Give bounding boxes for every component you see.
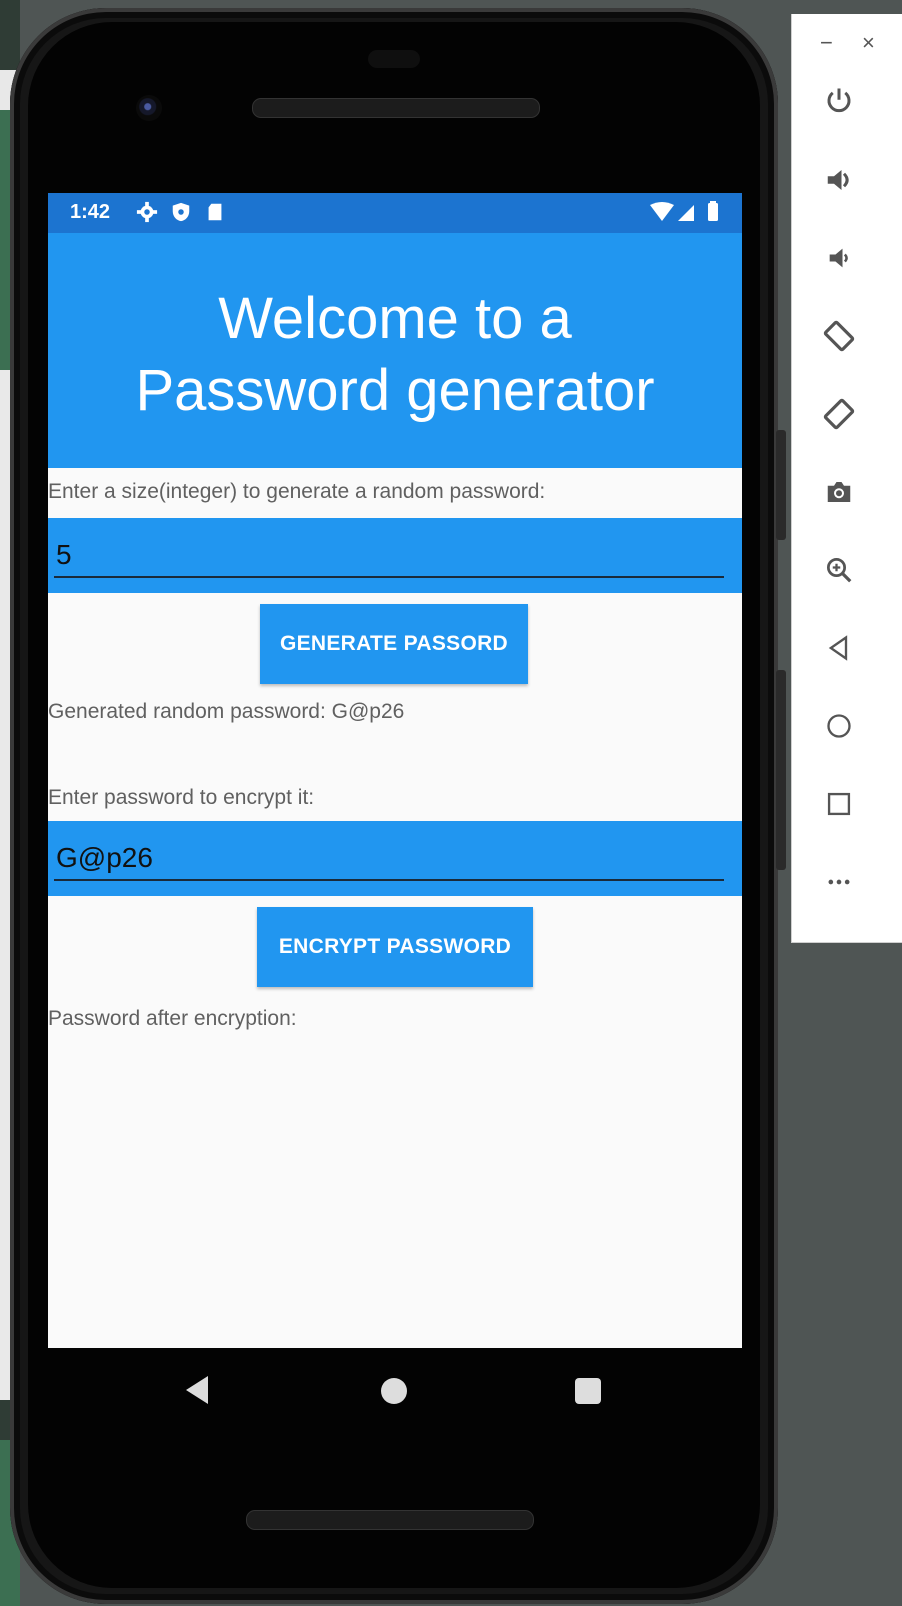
volume-up-icon[interactable]	[822, 163, 856, 197]
rotate-right-icon[interactable]	[822, 397, 856, 431]
volume-down-icon[interactable]	[822, 241, 856, 275]
status-time: 1:42	[70, 201, 111, 223]
home-icon[interactable]	[822, 709, 856, 743]
phone-speaker-bottom	[246, 1510, 534, 1530]
app-header: Welcome to a Password generator	[48, 233, 742, 468]
nav-home-icon[interactable]	[381, 1378, 407, 1404]
encrypt-input[interactable]	[54, 837, 724, 881]
phone-speaker-top	[252, 98, 540, 118]
power-icon[interactable]	[822, 84, 856, 118]
encrypt-label: Enter password to encrypt it:	[48, 786, 315, 809]
sd-card-icon	[208, 203, 222, 221]
shield-icon	[172, 202, 190, 222]
status-bar: 1:42	[48, 193, 742, 233]
camera-icon[interactable]	[822, 475, 856, 509]
emulator-toolbar: − ×	[791, 14, 902, 943]
size-input[interactable]	[54, 534, 724, 578]
app-title-line1: Welcome to a	[218, 286, 572, 351]
rotate-left-icon[interactable]	[822, 319, 856, 353]
status-right-icons	[648, 201, 724, 229]
android-nav-bar	[48, 1348, 742, 1438]
zoom-icon[interactable]	[822, 553, 856, 587]
encrypt-password-button[interactable]: ENCRYPT PASSWORD	[257, 907, 533, 987]
size-label: Enter a size(integer) to generate a rand…	[48, 480, 546, 503]
close-button[interactable]: ×	[862, 30, 875, 56]
app-title-line2: Password generator	[135, 358, 655, 423]
generated-password-text: Generated random password: G@p26	[48, 700, 405, 723]
phone-sensor	[368, 50, 420, 68]
front-camera-icon	[136, 95, 162, 121]
wifi-signal-battery-icon	[650, 201, 718, 221]
phone-screen: 1:42 Welcome to a Password generator Ent…	[48, 193, 742, 1348]
overview-icon[interactable]	[822, 787, 856, 821]
nav-recents-icon[interactable]	[575, 1378, 601, 1404]
minimize-button[interactable]: −	[820, 30, 833, 56]
settings-icon	[136, 201, 158, 223]
generate-password-button[interactable]: GENERATE PASSORD	[260, 604, 528, 684]
back-icon[interactable]	[822, 631, 856, 665]
encrypted-password-text: Password after encryption:	[48, 1007, 297, 1030]
phone-volume-rocker	[776, 670, 786, 870]
encrypt-field-container	[48, 821, 742, 896]
size-field-container	[48, 518, 742, 593]
nav-back-icon[interactable]	[186, 1376, 208, 1404]
more-icon[interactable]	[822, 865, 856, 899]
phone-side-button	[776, 430, 786, 540]
